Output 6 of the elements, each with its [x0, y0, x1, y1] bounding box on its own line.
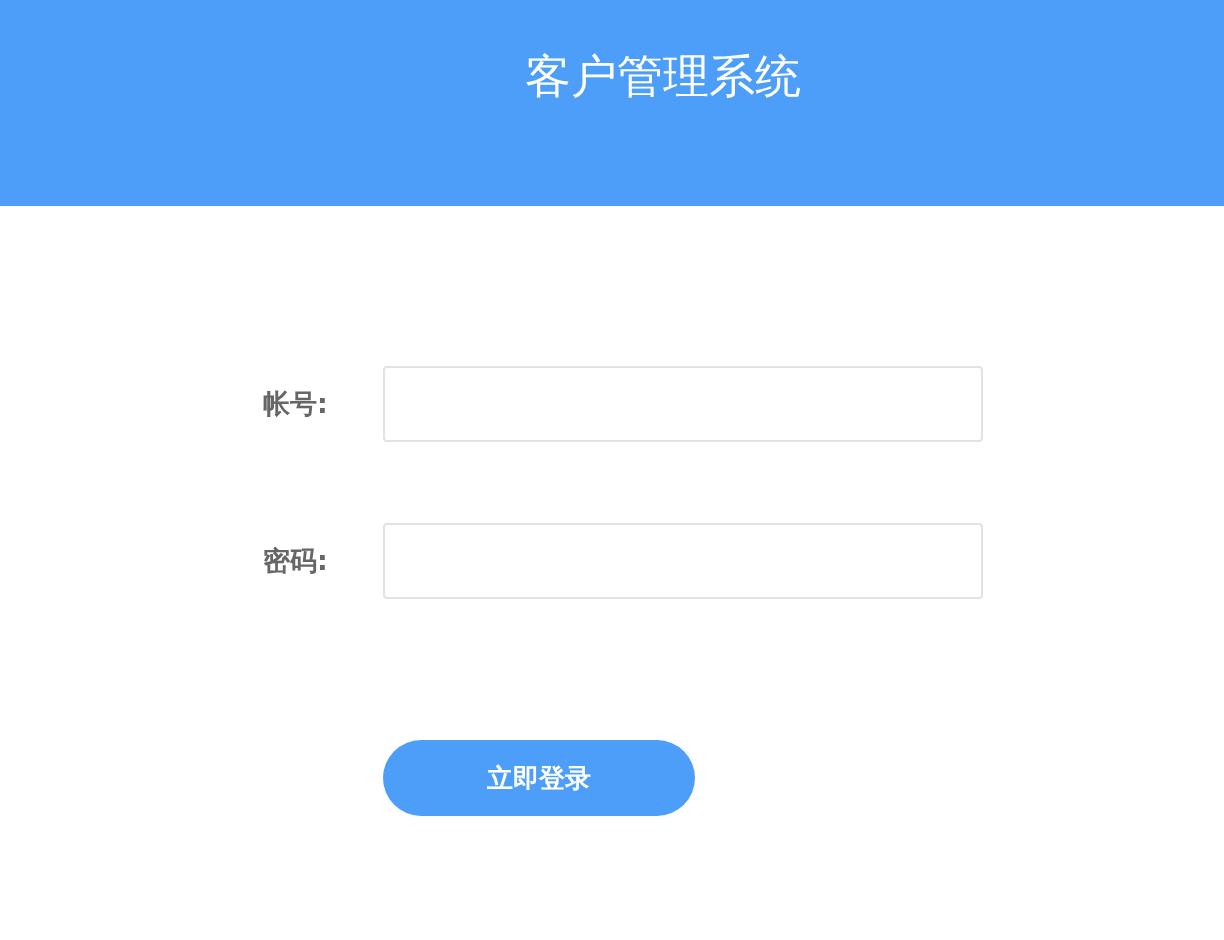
login-button[interactable]: 立即登录	[383, 740, 695, 816]
app-title: 客户管理系统	[525, 48, 801, 105]
input-field[interactable]	[383, 523, 983, 599]
field-label: 密码:	[263, 544, 329, 578]
input-field[interactable]	[383, 366, 983, 442]
field-label: 帐号:	[263, 387, 329, 421]
